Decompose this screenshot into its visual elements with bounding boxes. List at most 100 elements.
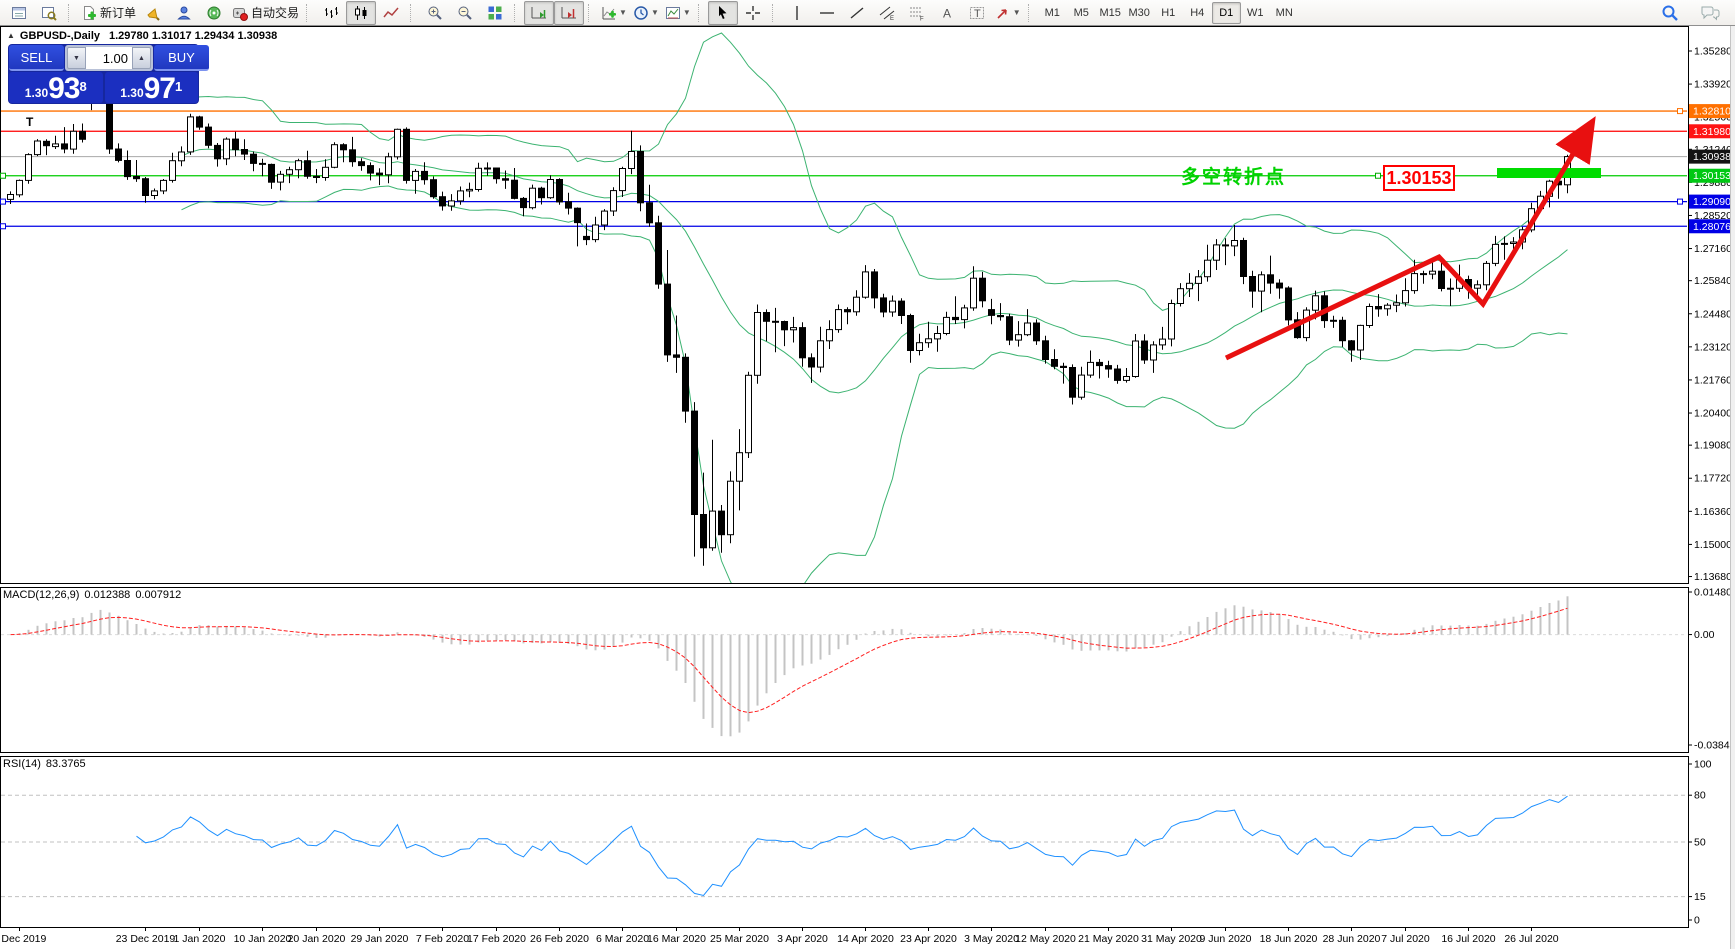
- date-axis-label: 16 Jul 2020: [1441, 933, 1495, 945]
- price-axis-label: 1.24480: [1694, 308, 1732, 320]
- timeframe-h4-button[interactable]: H4: [1183, 2, 1212, 24]
- new-order-button[interactable]: 新订单: [78, 1, 139, 25]
- chat-icon[interactable]: [1695, 1, 1725, 25]
- date-axis-label: 7 Feb 2020: [416, 933, 469, 945]
- buy-button[interactable]: BUY: [154, 45, 209, 71]
- date-axis-label: 18 Jun 2020: [1260, 933, 1318, 945]
- price-axis-label: 1.17720: [1694, 473, 1732, 485]
- buy-button-label: BUY: [168, 50, 195, 65]
- date-axis-label: 10 Jan 2020: [234, 933, 292, 945]
- object-handle-1[interactable]: [1, 199, 6, 204]
- date-axis-label: 23 Dec 2019: [116, 933, 176, 945]
- alerts-horn-icon[interactable]: [139, 1, 169, 25]
- date-axis-label: 9 Jun 2020: [1200, 933, 1252, 945]
- tile-windows-icon[interactable]: [480, 1, 510, 25]
- price-badge-label: 1.32810: [1693, 106, 1731, 118]
- date-axis-label: 14 Apr 2020: [837, 933, 894, 945]
- signals-icon[interactable]: [199, 1, 229, 25]
- macd-signal-value: 0.007912: [135, 589, 181, 601]
- arrows-tool-button[interactable]: ▼: [992, 1, 1024, 25]
- price-axis-label: 1.27160: [1694, 243, 1732, 255]
- expert-advisor-icon[interactable]: [169, 1, 199, 25]
- market-watch-icon[interactable]: [4, 1, 34, 25]
- timeframe-m5-button[interactable]: M5: [1067, 2, 1096, 24]
- date-axis-label: 21 May 2020: [1078, 933, 1139, 945]
- periods-button[interactable]: ▼: [630, 1, 662, 25]
- object-handle-0[interactable]: [1, 173, 6, 178]
- date-axis-label: 26 Feb 2020: [530, 933, 589, 945]
- macd-indicator-label: MACD(12,26,9)0.0123880.007912: [3, 589, 186, 601]
- price-axis-label: 1.35280: [1694, 45, 1732, 57]
- timeframe-w1-button[interactable]: W1: [1241, 2, 1270, 24]
- candlestick-chart-icon[interactable]: [346, 1, 376, 25]
- ohlc-values: 1.29780 1.31017 1.29434 1.30938: [109, 30, 277, 42]
- object-handle-5[interactable]: [1376, 173, 1381, 178]
- date-axis-label: 26 Jul 2020: [1504, 933, 1558, 945]
- search-icon[interactable]: [1655, 1, 1685, 25]
- svg-text:A: A: [943, 6, 951, 20]
- ohlc-collapse-toggle[interactable]: ▲: [7, 31, 15, 40]
- chart-shift-icon[interactable]: [554, 1, 584, 25]
- timeframe-m1-button[interactable]: M1: [1038, 2, 1067, 24]
- price-axis-label: 1.23120: [1694, 341, 1732, 353]
- toolbar-separator: [698, 4, 705, 22]
- fibonacci-tool-icon[interactable]: F: [902, 1, 932, 25]
- equidistant-channel-tool-icon[interactable]: E: [872, 1, 902, 25]
- toolbar: 新订单 自动交易 ▼ ▼ ▼ E F A T ▼ M1 M5 M15: [0, 0, 1735, 26]
- rectangle-object-green[interactable]: [1497, 168, 1601, 178]
- toolbar-separator: [772, 4, 779, 22]
- indicators-button[interactable]: ▼: [598, 1, 630, 25]
- toolbar-separator: [1028, 4, 1035, 22]
- timeframe-d1-button[interactable]: D1: [1212, 2, 1241, 24]
- auto-trading-button[interactable]: 自动交易: [229, 1, 302, 25]
- rsi-axis-label: 0: [1694, 915, 1700, 927]
- timeframe-m30-button[interactable]: M30: [1125, 2, 1154, 24]
- chevron-down-icon: ▼: [683, 8, 691, 17]
- vertical-line-tool-icon[interactable]: [782, 1, 812, 25]
- sell-button-label: SELL: [21, 50, 53, 65]
- sell-price[interactable]: 1.30938: [9, 72, 103, 103]
- chart-canvas[interactable]: T1.352801.339201.325601.312401.298801.28…: [0, 26, 1735, 949]
- data-window-icon[interactable]: [34, 1, 64, 25]
- price-badge-label: 1.28076: [1693, 221, 1731, 233]
- spin-down-icon: ▼: [73, 55, 80, 62]
- line-chart-icon[interactable]: [376, 1, 406, 25]
- text-label-tool-icon[interactable]: T: [962, 1, 992, 25]
- timeframe-h1-button[interactable]: H1: [1154, 2, 1183, 24]
- price-axis-label: 1.13680: [1694, 571, 1732, 583]
- horizontal-line-tool-icon[interactable]: [812, 1, 842, 25]
- cursor-icon[interactable]: [708, 1, 738, 25]
- object-handle-2[interactable]: [1, 224, 6, 229]
- price-badge-label: 1.31980: [1693, 126, 1731, 138]
- price-axis-label: 1.21760: [1694, 374, 1732, 386]
- templates-button[interactable]: ▼: [662, 1, 694, 25]
- auto-trading-label: 自动交易: [251, 4, 299, 21]
- trendline-tool-icon[interactable]: [842, 1, 872, 25]
- object-handle-3[interactable]: [1678, 109, 1683, 114]
- volume-increase-button[interactable]: ▲: [132, 47, 151, 69]
- spin-up-icon: ▲: [138, 55, 145, 62]
- object-handle-4[interactable]: [1678, 199, 1683, 204]
- buy-price-prefix: 1.30: [120, 84, 143, 102]
- auto-scroll-icon[interactable]: [524, 1, 554, 25]
- sell-button[interactable]: SELL: [9, 45, 64, 71]
- text-tool-icon[interactable]: A: [932, 1, 962, 25]
- date-axis-label: 3 May 2020: [964, 933, 1019, 945]
- zoom-in-icon[interactable]: [420, 1, 450, 25]
- timeframe-m15-button[interactable]: M15: [1096, 2, 1125, 24]
- annotation-text-turning-point[interactable]: 多空转折点: [1181, 162, 1286, 189]
- zoom-out-icon[interactable]: [450, 1, 480, 25]
- bar-chart-icon[interactable]: [316, 1, 346, 25]
- timeframe-mn-button[interactable]: MN: [1270, 2, 1299, 24]
- buy-price-sup: 1: [175, 72, 182, 102]
- crosshair-icon[interactable]: [738, 1, 768, 25]
- date-axis-label: 7 Jul 2020: [1381, 933, 1430, 945]
- rsi-axis-label: 50: [1694, 837, 1706, 849]
- annotation-price-callout[interactable]: 1.30153: [1383, 165, 1455, 191]
- sell-price-prefix: 1.30: [25, 84, 48, 102]
- volume-decrease-button[interactable]: ▼: [67, 47, 86, 69]
- buy-price[interactable]: 1.30971: [105, 72, 199, 103]
- volume-input[interactable]: [86, 47, 132, 69]
- text-object-t-marker[interactable]: T: [26, 115, 34, 129]
- svg-text:E: E: [890, 16, 894, 21]
